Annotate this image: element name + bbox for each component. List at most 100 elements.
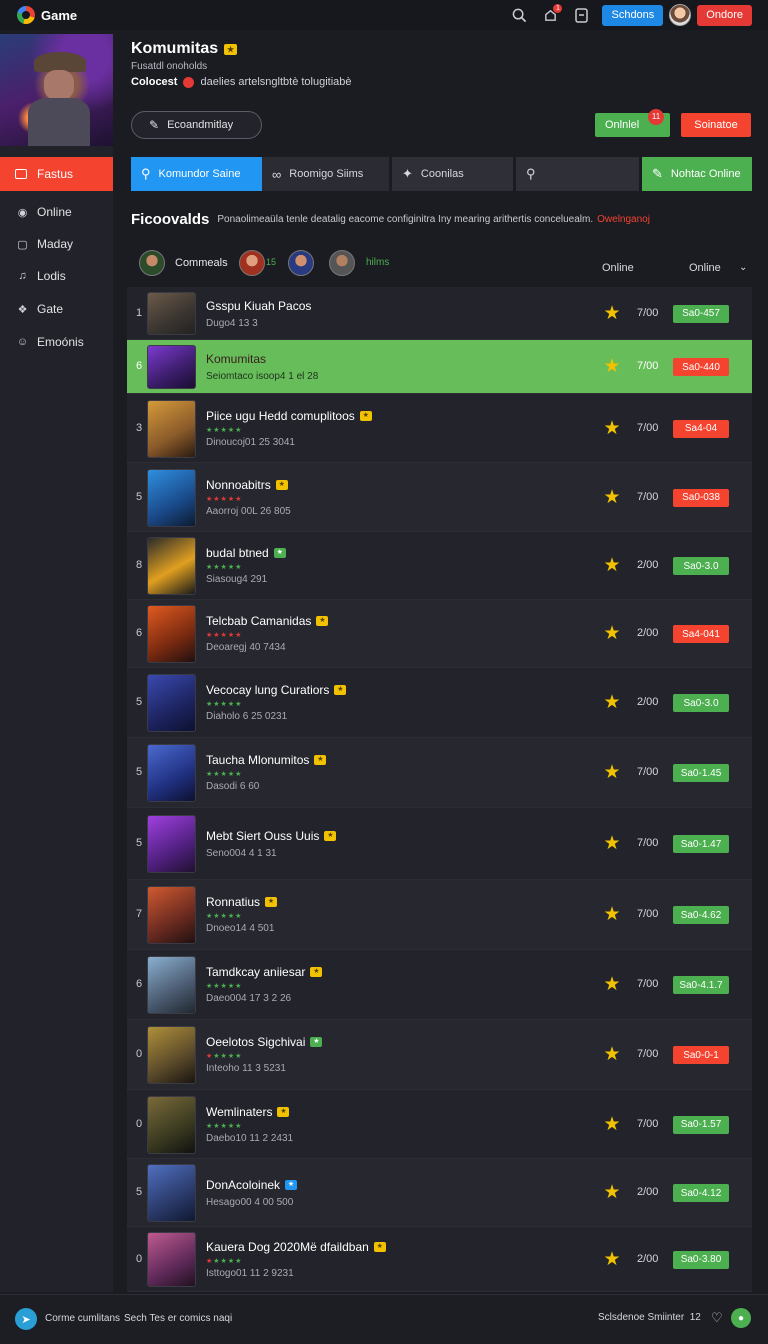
chevron-down-icon[interactable]: ⌄ [739, 262, 747, 273]
status-online-icon[interactable]: ● [731, 1308, 751, 1328]
table-row[interactable]: 0 Kauera Dog 2020Më dfaildban ★ ★★★★★ Isttog… [127, 1227, 752, 1292]
table-row[interactable]: 6 Telcbab Camanidas ★ ★★★★★ Deoaregj 40 7434… [127, 600, 752, 668]
game-name[interactable]: Gsspu Kiuah Pacos [206, 299, 311, 313]
game-thumbnail[interactable] [147, 605, 196, 663]
sidebar-item-gate[interactable]: ❖ Gate [0, 295, 113, 323]
favorite-star-icon[interactable]: ★ [602, 357, 622, 377]
table-row[interactable]: 8 budal btned ★ ★★★★★ Siasoug4 291 ★ 2/00 Sa0-3… [127, 532, 752, 600]
table-row[interactable]: 3 Piice ugu Hedd comuplitoos ★ ★★★★★ Dinouco… [127, 394, 752, 463]
game-name[interactable]: Vecocay lung Curatiors ★ [206, 683, 347, 697]
game-thumbnail[interactable] [147, 886, 196, 944]
game-thumbnail[interactable] [147, 399, 196, 458]
favorite-star-icon[interactable]: ★ [602, 1183, 622, 1203]
table-row[interactable]: 5 Taucha Mlonumitos ★ ★★★★★ Dasodi 6 60 ★ 7/00… [127, 738, 752, 808]
game-thumbnail[interactable] [147, 537, 196, 595]
game-name[interactable]: Mebt Siert Ouss Uuis ★ [206, 829, 337, 843]
game-thumbnail[interactable] [147, 744, 196, 802]
table-row[interactable]: 7 Ronnatius ★ ★★★★★ Dnoeo14 4 501 ★ 7/00 Sa0-4.… [127, 880, 752, 950]
game-name[interactable]: budal btned ★ [206, 546, 286, 560]
table-row[interactable]: 5 Mebt Siert Ouss Uuis ★ Seno004 4 1 31 ★ 7/0… [127, 808, 752, 880]
favorite-star-icon[interactable]: ★ [602, 834, 622, 854]
game-thumbnail[interactable] [147, 1164, 196, 1222]
tab-nohtac-online[interactable]: ✎ Nohtac Online [642, 157, 752, 191]
message-icon[interactable] [571, 5, 591, 25]
favorite-star-icon[interactable]: ★ [602, 556, 622, 576]
game-name[interactable]: Kauera Dog 2020Më dfaildban ★ [206, 1240, 386, 1254]
table-row[interactable]: 5 Vecocay lung Curatiors ★ ★★★★★ Diaholo 6 2… [127, 668, 752, 738]
status-badge[interactable]: Sa4-041 [673, 625, 729, 643]
member-avatar[interactable] [288, 250, 314, 276]
status-badge[interactable]: Sa0-3.0 [673, 557, 729, 575]
member-avatar[interactable] [139, 250, 165, 276]
game-name[interactable]: Wemlinaters ★ [206, 1105, 290, 1119]
section-link[interactable]: Owelnganoj [597, 214, 650, 225]
sidebar-item-maday[interactable]: ▢ Maday [0, 230, 113, 258]
status-badge[interactable]: Sa0-3.0 [673, 694, 729, 712]
member-avatar[interactable] [239, 250, 265, 276]
status-badge[interactable]: Sa0-1.57 [673, 1115, 729, 1134]
status-badge[interactable]: Sa0-4.62 [673, 906, 729, 924]
table-row[interactable]: 0 Wemlinaters ★ ★★★★★ Daebo10 11 2 2431 ★ 7/00… [127, 1090, 752, 1159]
online-button[interactable]: Onlnlel 11 [595, 109, 670, 137]
top-blue-button[interactable]: Schdons [602, 4, 664, 26]
user-avatar[interactable] [669, 4, 692, 26]
game-thumbnail[interactable] [147, 674, 196, 732]
status-badge[interactable]: Sa0-1.45 [673, 764, 729, 782]
game-thumbnail[interactable] [147, 345, 196, 389]
footer-text[interactable]: Corme cumlitans [45, 1313, 120, 1324]
favorite-star-icon[interactable]: ★ [602, 975, 622, 995]
favorite-star-icon[interactable]: ★ [602, 418, 622, 439]
favorite-star-icon[interactable]: ★ [602, 303, 622, 324]
table-row[interactable]: 6 Komumitas Seiomtaco isoop4 1 el 28 ★ 7/00 S… [127, 340, 752, 394]
telegram-icon[interactable]: ➤ [15, 1308, 37, 1330]
sidebar-item-active[interactable]: Fastus [0, 157, 113, 191]
table-row[interactable]: 5 DonAcoloinek ★ Hesago00 4 00 500 ★ 2/00 Sa0-… [127, 1159, 752, 1227]
status-badge[interactable]: Sa0-038 [673, 488, 729, 507]
heart-icon[interactable]: ♡ [711, 1310, 723, 1326]
footer-text[interactable]: Sech Tes er comics naqi [124, 1313, 232, 1324]
top-red-button[interactable]: Ondore [697, 4, 752, 26]
status-badge[interactable]: Sa0-457 [673, 304, 729, 323]
status-badge[interactable]: Sa0-3.80 [673, 1250, 729, 1269]
table-row[interactable]: 5 Nonnoabitrs ★ ★★★★★ Aaorroj 00L 26 805 ★ 7/0… [127, 463, 752, 532]
favorite-star-icon[interactable]: ★ [602, 905, 622, 925]
favorite-star-icon[interactable]: ★ [602, 624, 622, 644]
table-row[interactable]: 1 Gsspu Kiuah Pacos Dugo4 13 3 ★ 7/00 Sa0-457 [127, 287, 752, 340]
table-row[interactable]: 0 Oeelotos Sigchivai ★ ★★★★★ Inteoho 11 3 52… [127, 1020, 752, 1090]
game-name[interactable]: Telcbab Camanidas ★ [206, 614, 329, 628]
column-header-online-sort[interactable]: Online [689, 262, 721, 274]
notification-icon[interactable]: 1 [540, 4, 563, 25]
favorite-star-icon[interactable]: ★ [602, 1114, 622, 1135]
tab-komundor-saine[interactable]: ⚲ Komundor Saine [131, 157, 262, 191]
game-thumbnail[interactable] [147, 956, 196, 1014]
app-logo[interactable]: Game [17, 6, 77, 24]
favorite-star-icon[interactable]: ★ [602, 1045, 622, 1065]
search-icon[interactable] [509, 5, 529, 25]
status-badge[interactable]: Sa4-04 [673, 419, 729, 438]
favorite-star-icon[interactable]: ★ [602, 693, 622, 713]
tab-roomigo-siims[interactable]: ∞ Roomigo Siims [262, 157, 389, 191]
status-badge[interactable]: Sa0-4.12 [673, 1184, 729, 1202]
status-badge[interactable]: Sa0-0-1 [673, 1046, 729, 1064]
sidebar-item-emonis[interactable]: ☺ Emoónis [0, 328, 113, 356]
tab-coonilas[interactable]: ✦ Coonilas [392, 157, 513, 191]
sidebar-item-online[interactable]: ◉ Online [0, 198, 113, 226]
game-thumbnail[interactable] [147, 468, 196, 527]
status-badge[interactable]: Sa0-440 [673, 358, 729, 376]
member-avatar[interactable] [329, 250, 355, 276]
game-thumbnail[interactable] [147, 292, 196, 335]
game-thumbnail[interactable] [147, 1026, 196, 1084]
table-row[interactable]: 6 Tamdkcay aniiesar ★ ★★★★★ Daeo004 17 3 2 2… [127, 950, 752, 1020]
game-name[interactable]: DonAcoloinek ★ [206, 1178, 298, 1192]
status-badge[interactable]: Sa0-1.47 [673, 835, 729, 853]
favorite-star-icon[interactable]: ★ [602, 487, 622, 508]
game-name[interactable]: Taucha Mlonumitos ★ [206, 753, 327, 767]
tab-search[interactable]: ⚲ [516, 157, 639, 191]
game-name[interactable]: Oeelotos Sigchivai ★ [206, 1035, 323, 1049]
game-thumbnail[interactable] [147, 815, 196, 873]
game-name[interactable]: Nonnoabitrs ★ [206, 478, 288, 492]
column-header-online[interactable]: Online [602, 262, 634, 274]
status-badge[interactable]: Sa0-4.1.7 [673, 976, 729, 994]
game-name[interactable]: Piice ugu Hedd comuplitoos ★ [206, 409, 372, 423]
game-name[interactable]: Tamdkcay aniiesar ★ [206, 965, 323, 979]
